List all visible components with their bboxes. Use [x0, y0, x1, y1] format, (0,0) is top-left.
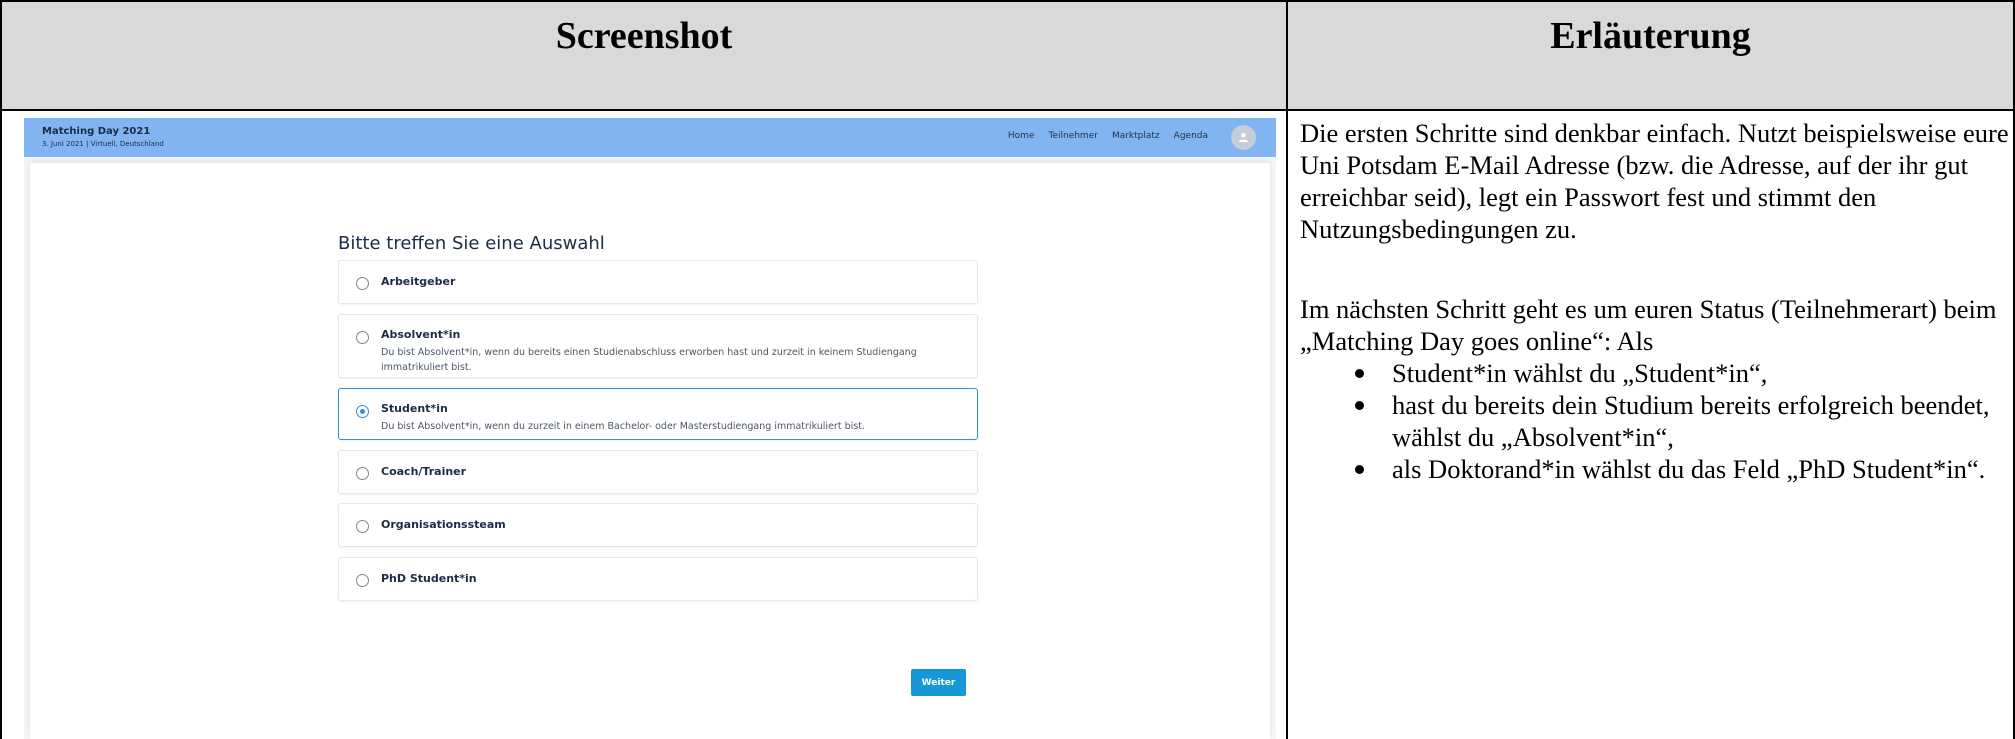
- selection-panel: Bitte treffen Sie eine Auswahl Arbeitgeb…: [30, 163, 1270, 739]
- table-border-left: [0, 0, 2, 739]
- radio-button[interactable]: [356, 331, 369, 344]
- option-label: Absolvent*in: [381, 328, 461, 341]
- option-label: Arbeitgeber: [381, 275, 456, 288]
- page-title: Bitte treffen Sie eine Auswahl: [338, 233, 605, 254]
- user-icon: [1238, 132, 1249, 143]
- nav-agenda[interactable]: Agenda: [1174, 131, 1208, 141]
- explanation-text: Die ersten Schritte sind denkbar einfach…: [1300, 117, 2012, 485]
- nav-home[interactable]: Home: [1008, 131, 1035, 141]
- radio-button[interactable]: [356, 574, 369, 587]
- radio-button[interactable]: [356, 277, 369, 290]
- nav-marktplatz[interactable]: Marktplatz: [1112, 131, 1160, 141]
- bullet-item: hast du bereits dein Studium bereits erf…: [1355, 389, 2012, 453]
- embedded-screenshot: Matching Day 2021 3. Juni 2021 | Virtuel…: [24, 118, 1276, 739]
- column-title-screenshot: Screenshot: [555, 15, 733, 57]
- column-title-explanation: Erläuterung: [1550, 15, 1751, 57]
- option-label: Coach/Trainer: [381, 465, 467, 478]
- app-topbar: Matching Day 2021 3. Juni 2021 | Virtuel…: [24, 118, 1276, 157]
- explanation-paragraph-2: Im nächsten Schritt geht es um euren Sta…: [1300, 294, 1997, 356]
- explanation-bullet-list: Student*in wählst du „Student*in“, hast …: [1300, 357, 2012, 485]
- bullet-item: Student*in wählst du „Student*in“,: [1355, 357, 2012, 389]
- radio-button[interactable]: [356, 520, 369, 533]
- explanation-paragraph-1: Die ersten Schritte sind denkbar einfach…: [1300, 118, 2009, 244]
- radio-button-selected[interactable]: [356, 405, 369, 418]
- option-coach-trainer[interactable]: Coach/Trainer: [338, 450, 978, 494]
- next-button[interactable]: Weiter: [911, 669, 966, 696]
- option-description: Du bist Absolvent*in, wenn du bereits ei…: [381, 347, 917, 373]
- event-title[interactable]: Matching Day 2021: [42, 126, 150, 137]
- main-nav: Home Teilnehmer Marktplatz Agenda: [1008, 131, 1208, 141]
- radio-button[interactable]: [356, 467, 369, 480]
- table-border-top: [0, 0, 2015, 2]
- event-subtitle: 3. Juni 2021 | Virtuell, Deutschland: [42, 140, 164, 148]
- option-student[interactable]: Student*in Du bist Absolvent*in, wenn du…: [338, 388, 978, 440]
- option-description: Du bist Absolvent*in, wenn du zurzeit in…: [381, 421, 865, 432]
- option-organisationsteam[interactable]: Organisationssteam: [338, 503, 978, 547]
- user-avatar[interactable]: [1231, 125, 1256, 150]
- option-arbeitgeber[interactable]: Arbeitgeber: [338, 260, 978, 304]
- option-label: Organisationssteam: [381, 518, 506, 531]
- option-label: PhD Student*in: [381, 572, 477, 585]
- option-absolvent[interactable]: Absolvent*in Du bist Absolvent*in, wenn …: [338, 314, 978, 378]
- bullet-item: als Doktorand*in wählst du das Feld „PhD…: [1355, 453, 2012, 485]
- table-column-divider: [1286, 0, 1288, 739]
- table-header-divider: [0, 109, 2015, 111]
- option-phd-student[interactable]: PhD Student*in: [338, 557, 978, 601]
- option-label: Student*in: [381, 402, 448, 415]
- nav-teilnehmer[interactable]: Teilnehmer: [1048, 131, 1097, 141]
